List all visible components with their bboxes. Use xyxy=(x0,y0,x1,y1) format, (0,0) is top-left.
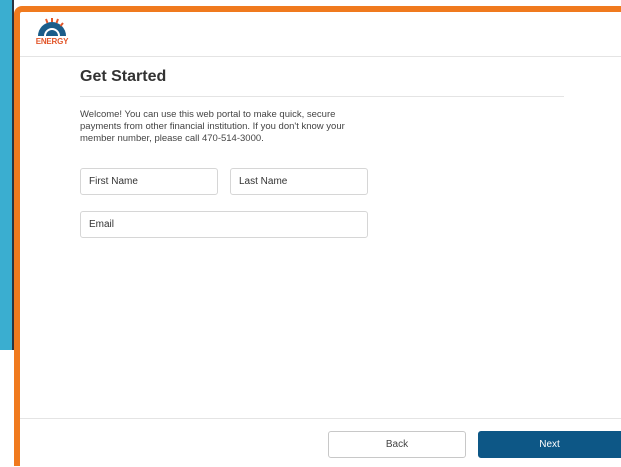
payment-portal-modal: ENERGY Get Started Welcome! You can use … xyxy=(14,6,621,466)
background-page-strip xyxy=(0,0,14,466)
energy-logo: ENERGY xyxy=(34,16,74,50)
email-field[interactable] xyxy=(80,211,368,238)
first-name-input[interactable] xyxy=(81,169,217,194)
email-input[interactable] xyxy=(81,212,367,237)
back-button[interactable]: Back xyxy=(328,431,466,458)
background-page-blue-bar xyxy=(0,0,12,350)
next-button[interactable]: Next xyxy=(478,431,621,458)
last-name-field[interactable] xyxy=(230,168,368,195)
modal-footer: Back Next xyxy=(20,418,621,467)
logo-text: ENERGY xyxy=(35,37,69,46)
page-title: Get Started xyxy=(80,68,564,97)
last-name-input[interactable] xyxy=(231,169,367,194)
welcome-text: Welcome! You can use this web portal to … xyxy=(80,109,345,144)
form-content: Get Started Welcome! You can use this we… xyxy=(80,68,564,145)
first-name-field[interactable] xyxy=(80,168,218,195)
modal-header: ENERGY xyxy=(20,12,621,57)
